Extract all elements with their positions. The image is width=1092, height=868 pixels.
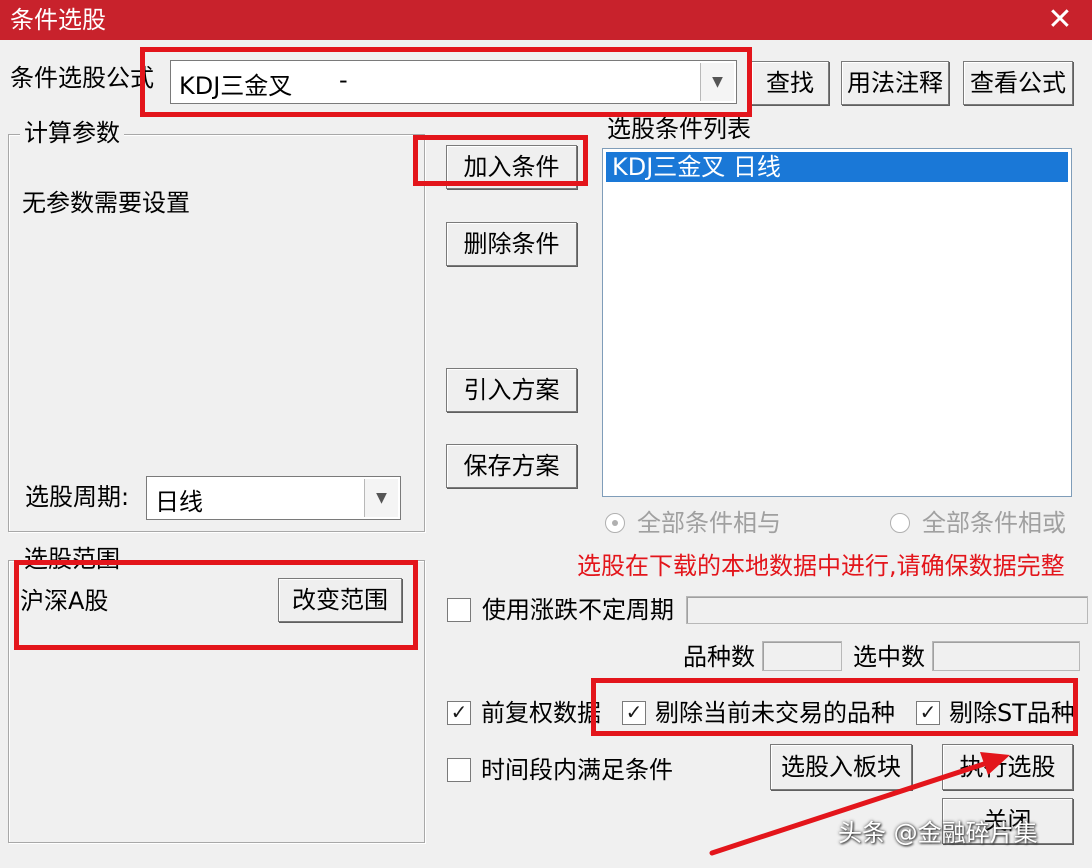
watermark: 头条 @金融碎片集 [838, 819, 1038, 847]
arrow-annotation-icon [709, 752, 1010, 856]
